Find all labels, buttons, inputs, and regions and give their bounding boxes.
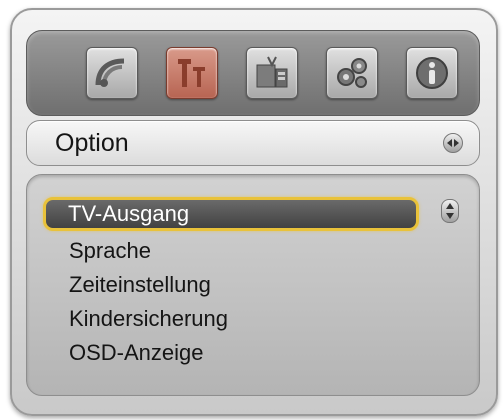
menu-item-tv-ausgang[interactable]: TV-Ausgang xyxy=(43,197,419,231)
satellite-dish-icon[interactable] xyxy=(86,47,138,99)
menu-item-zeiteinstellung[interactable]: Zeiteinstellung xyxy=(43,268,419,302)
info-icon[interactable] xyxy=(406,47,458,99)
menu-item-sprache[interactable]: Sprache xyxy=(43,234,419,268)
left-right-arrows-icon xyxy=(443,133,463,153)
category-icon-bar xyxy=(26,30,480,116)
tv-setup-icon[interactable] xyxy=(246,47,298,99)
up-down-arrows-icon xyxy=(441,199,459,223)
option-list-panel: TV-Ausgang Sprache Zeiteinstellung Kinde… xyxy=(26,174,480,396)
page-title: Option xyxy=(55,129,129,157)
menu-item-kindersicherung[interactable]: Kindersicherung xyxy=(43,302,419,336)
option-title-bar: Option xyxy=(26,120,480,166)
text-settings-icon[interactable] xyxy=(166,47,218,99)
menu-item-osd-anzeige[interactable]: OSD-Anzeige xyxy=(43,336,419,370)
gears-icon[interactable] xyxy=(326,47,378,99)
option-menu: TV-Ausgang Sprache Zeiteinstellung Kinde… xyxy=(43,197,419,370)
